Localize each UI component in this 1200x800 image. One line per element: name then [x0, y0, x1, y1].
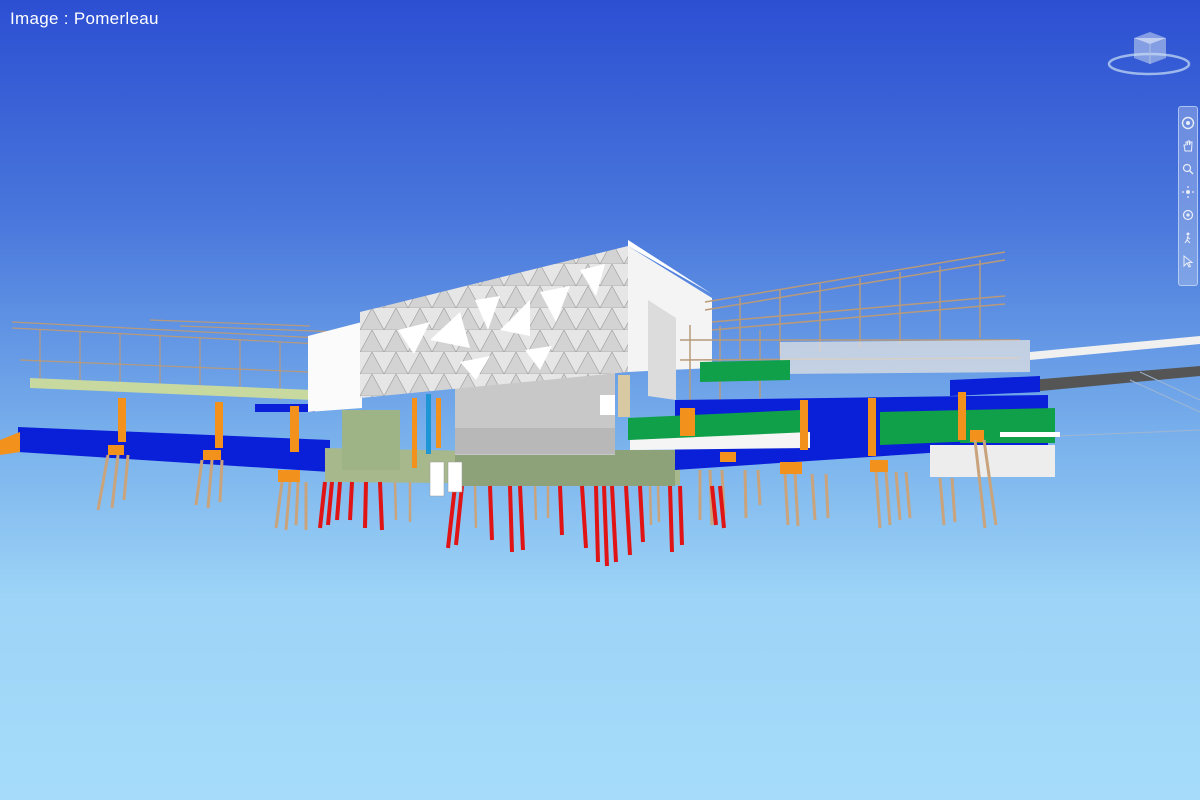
pan-hand-icon[interactable] — [1180, 136, 1196, 156]
steering-wheel-icon[interactable] — [1180, 113, 1196, 133]
image-credit-caption: Image : Pomerleau — [10, 9, 159, 28]
zoom-icon[interactable] — [1180, 159, 1196, 179]
bim-model-render[interactable] — [0, 0, 1200, 800]
viewcube-icon[interactable] — [1106, 24, 1192, 80]
bridge-right — [1030, 336, 1200, 360]
navigation-bar — [1178, 106, 1198, 286]
walk-icon[interactable] — [1180, 228, 1196, 248]
slab-blue-left — [18, 427, 330, 472]
orbit-icon[interactable] — [1180, 182, 1196, 202]
blue-beam-left-thin — [255, 404, 315, 412]
facade-west — [308, 322, 362, 412]
white-tank-2 — [447, 461, 463, 493]
look-around-icon[interactable] — [1180, 205, 1196, 225]
piles-center-red — [318, 481, 726, 567]
white-tank-1 — [429, 461, 445, 497]
select-pointer-icon[interactable] — [1180, 251, 1196, 271]
glazing-band-right — [780, 340, 1030, 374]
3d-model-viewport[interactable]: Image : Pomerleau — [0, 0, 1200, 800]
